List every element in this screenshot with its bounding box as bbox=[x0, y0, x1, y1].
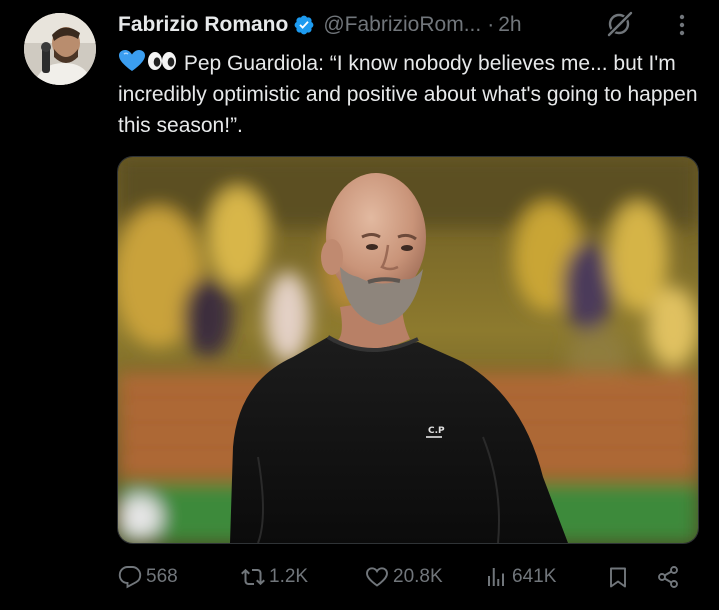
separator-dot: · bbox=[487, 13, 495, 36]
author-handle[interactable]: @FabrizioRom... bbox=[323, 13, 481, 37]
repost-count: 1.2K bbox=[269, 566, 309, 587]
reply-button[interactable]: 568 bbox=[118, 555, 178, 599]
bookmark-icon bbox=[610, 567, 626, 588]
author-name[interactable]: Fabrizio Romano bbox=[118, 13, 288, 37]
blue-heart-emoji bbox=[119, 50, 145, 71]
like-icon bbox=[366, 567, 388, 587]
repost-icon bbox=[241, 568, 265, 586]
bookmark-button[interactable] bbox=[606, 555, 634, 599]
tweet-body: Pep Guardiola: “I know nobody believes m… bbox=[118, 52, 698, 137]
tweet-header: Fabrizio Romano @FabrizioRom... · 2h bbox=[118, 8, 522, 42]
photo-pep-guardiola: C.P bbox=[118, 157, 698, 543]
eyes-emoji bbox=[148, 52, 176, 70]
more-icon[interactable] bbox=[672, 11, 692, 39]
action-bar: 568 1.2K 20.8K 641K bbox=[0, 555, 719, 599]
tweet-photo[interactable]: C.P bbox=[117, 156, 699, 544]
reply-count: 568 bbox=[146, 566, 178, 587]
like-count: 20.8K bbox=[393, 566, 443, 587]
views-icon bbox=[488, 568, 504, 586]
verified-badge-icon bbox=[294, 15, 314, 35]
repost-button[interactable]: 1.2K bbox=[241, 555, 308, 599]
views-button[interactable]: 641K bbox=[484, 555, 556, 599]
views-count: 641K bbox=[512, 566, 557, 587]
share-button[interactable] bbox=[656, 555, 684, 599]
share-icon bbox=[658, 566, 678, 588]
author-avatar[interactable] bbox=[24, 13, 96, 85]
grok-icon[interactable] bbox=[604, 9, 634, 39]
like-button[interactable]: 20.8K bbox=[365, 555, 443, 599]
timestamp[interactable]: 2h bbox=[498, 13, 521, 37]
svg-text:C.P: C.P bbox=[428, 426, 445, 436]
reply-icon bbox=[118, 566, 142, 589]
avatar-image bbox=[24, 13, 96, 85]
tweet-text: Pep Guardiola: “I know nobody believes m… bbox=[118, 48, 698, 141]
